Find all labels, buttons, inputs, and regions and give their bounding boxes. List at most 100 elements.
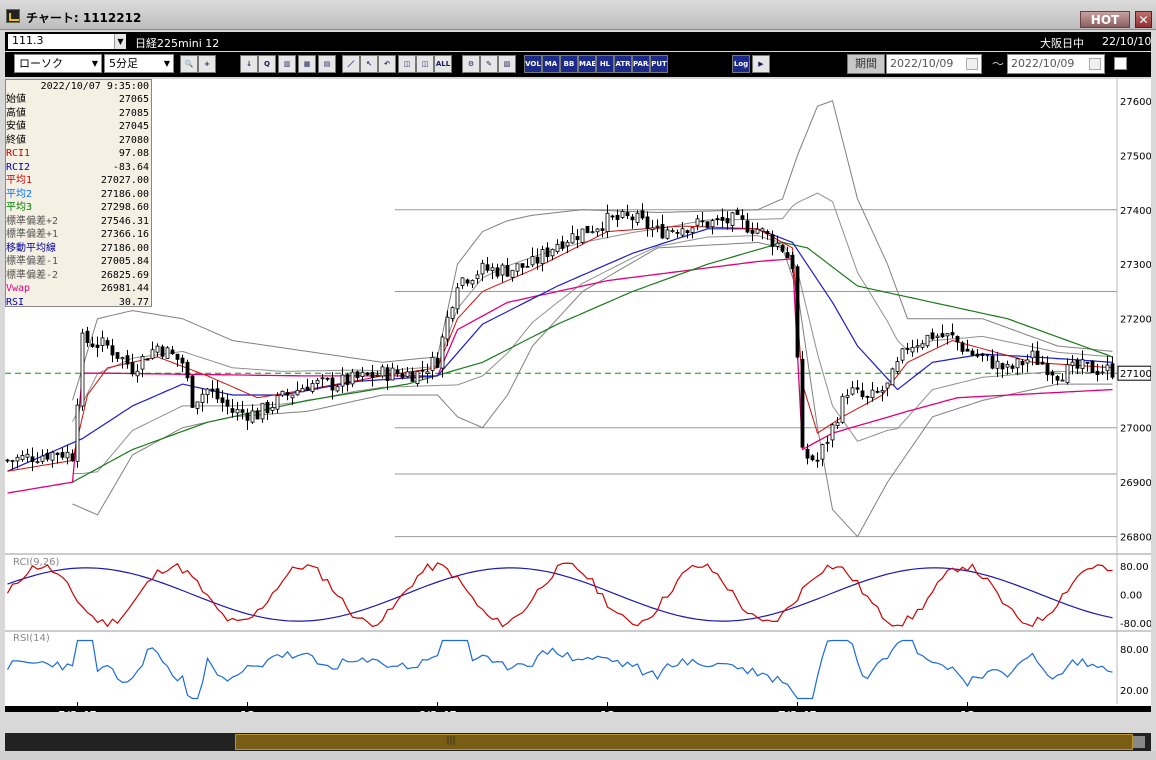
chevron-down-icon[interactable]: ▼	[114, 34, 126, 49]
settings-icon[interactable]: ⚙	[462, 55, 480, 73]
price-tick-label: 27300	[1120, 260, 1151, 271]
btn-log[interactable]: Log	[732, 55, 750, 73]
interval-select[interactable]: 5分足 ▼	[104, 54, 174, 73]
candle-body	[970, 350, 975, 356]
btn-bb[interactable]: BB	[560, 55, 578, 73]
candle-body	[840, 395, 845, 423]
candle-body	[405, 371, 410, 377]
btn-put[interactable]: PUT	[650, 55, 668, 73]
info-row: Vwap 26981.44	[6, 282, 151, 295]
scroll-grip-icon[interactable]: |||	[445, 735, 457, 747]
candle-body	[280, 390, 285, 396]
info-value: 27085	[118, 107, 149, 119]
info-value: 27005.84	[100, 256, 149, 267]
scroll-end-button[interactable]	[1133, 736, 1145, 748]
time-axis-bar	[5, 706, 1151, 712]
tools-icon[interactable]: ✎	[480, 55, 498, 73]
market-date: 22/10/10	[1102, 35, 1152, 48]
candle-body	[325, 377, 330, 380]
calendar-icon[interactable]	[966, 58, 978, 70]
info-row: RSI 30.77	[6, 296, 151, 309]
candle-body	[825, 441, 830, 444]
price-chart[interactable]: 27600 27500 27400 27300 27200 27100 27000 26900…	[5, 79, 1151, 712]
btn-hl[interactable]: HL	[596, 55, 614, 73]
candle-body	[480, 262, 485, 275]
zoom-icon[interactable]: 🔍	[180, 55, 198, 73]
candle-body	[505, 264, 510, 277]
info-datetime-row: 2022/10/07 9:35:00	[6, 80, 151, 93]
candle-body	[715, 218, 720, 221]
calendar-icon[interactable]	[1089, 58, 1101, 70]
candle-body	[750, 229, 755, 234]
candle-body	[260, 402, 265, 420]
candle-body	[700, 220, 705, 223]
candle-body	[1065, 364, 1070, 384]
candle-body	[810, 455, 815, 461]
candle-body	[420, 369, 425, 372]
btn-ma[interactable]: MA	[542, 55, 560, 73]
info-datetime: 2022/10/07 9:35:00	[40, 81, 149, 92]
candle-body	[1045, 363, 1050, 376]
horizontal-scrollbar[interactable]: |||	[5, 733, 1151, 751]
candle-body	[560, 241, 565, 249]
candle-body	[1060, 379, 1065, 382]
info-label: 安値	[6, 121, 26, 132]
period-button[interactable]: 期間	[847, 54, 885, 74]
candle-body	[515, 263, 520, 272]
candle-body	[375, 374, 380, 377]
cursor-icon[interactable]: ↖	[360, 55, 378, 73]
candle-body	[590, 231, 595, 234]
candle-body	[170, 349, 175, 355]
symbol-code-select[interactable]: 111.3 ▼	[8, 34, 126, 49]
split-right-icon[interactable]: ◫	[416, 55, 434, 73]
candle-body	[295, 389, 300, 396]
candle-body	[1100, 371, 1105, 374]
option-checkbox[interactable]	[1114, 57, 1127, 70]
btn-atr[interactable]: ATR	[614, 55, 632, 73]
all-icon[interactable]: ALL	[434, 55, 452, 73]
draw-line-icon[interactable]: ／	[342, 55, 360, 73]
candle-body	[140, 355, 145, 370]
print-icon[interactable]: ▤	[318, 55, 336, 73]
scroll-track[interactable]	[235, 734, 1133, 750]
info-row: 安値 27045	[6, 120, 151, 133]
date-to-field[interactable]: 2022/10/09	[1007, 54, 1105, 74]
split-left-icon[interactable]: ◫	[398, 55, 416, 73]
info-label: 始値	[6, 94, 26, 105]
candle-body	[365, 372, 370, 376]
info-label: 標準偏差-1	[6, 256, 59, 267]
candle-body	[55, 452, 60, 456]
candle-body	[90, 343, 95, 347]
chart-area[interactable]: 27600 27500 27400 27300 27200 27100 27000 26900…	[5, 79, 1151, 712]
btn-vol[interactable]: VOL	[524, 55, 542, 73]
candle-body	[1105, 364, 1110, 372]
btn-para[interactable]: PARA	[632, 55, 650, 73]
bar-chart-icon[interactable]: ▥	[278, 55, 296, 73]
candle-body	[225, 399, 230, 407]
date-from-field[interactable]: 2022/10/09	[886, 54, 982, 74]
candle-body	[155, 345, 160, 353]
time-tick-label: 12	[960, 709, 975, 712]
pointer-icon[interactable]: ↓	[240, 55, 258, 73]
info-label: 平均2	[6, 188, 33, 200]
chart-type-select[interactable]: ローソク ▼	[14, 54, 102, 73]
close-button[interactable]: ✕	[1135, 11, 1152, 28]
crosshair-icon[interactable]: +	[198, 55, 216, 73]
hot-button[interactable]: HOT	[1080, 11, 1130, 28]
palette-icon[interactable]: ▨	[498, 55, 516, 73]
btn-mae[interactable]: MAE	[578, 55, 596, 73]
zoom-in-icon[interactable]: Q	[258, 55, 276, 73]
candle-body	[1095, 370, 1100, 375]
candle-body	[150, 349, 155, 359]
chevron-down-icon[interactable]: ▼	[89, 55, 101, 72]
chevron-down-icon[interactable]: ▼	[161, 55, 173, 72]
rsi-panel-label: RSI(14)	[13, 633, 50, 644]
chart-window: チャート: 1112212 HOT ✕ 111.3 ▼ 日経225mini 12…	[0, 0, 1156, 760]
save-chart-icon[interactable]: ▦	[298, 55, 316, 73]
undo-icon[interactable]: ↶	[378, 55, 396, 73]
candle-body	[535, 256, 540, 264]
candle-body	[390, 367, 395, 381]
candle-body	[945, 333, 950, 337]
info-row: 平均1 27027.00	[6, 174, 151, 187]
export-icon[interactable]: ▶	[752, 55, 770, 73]
